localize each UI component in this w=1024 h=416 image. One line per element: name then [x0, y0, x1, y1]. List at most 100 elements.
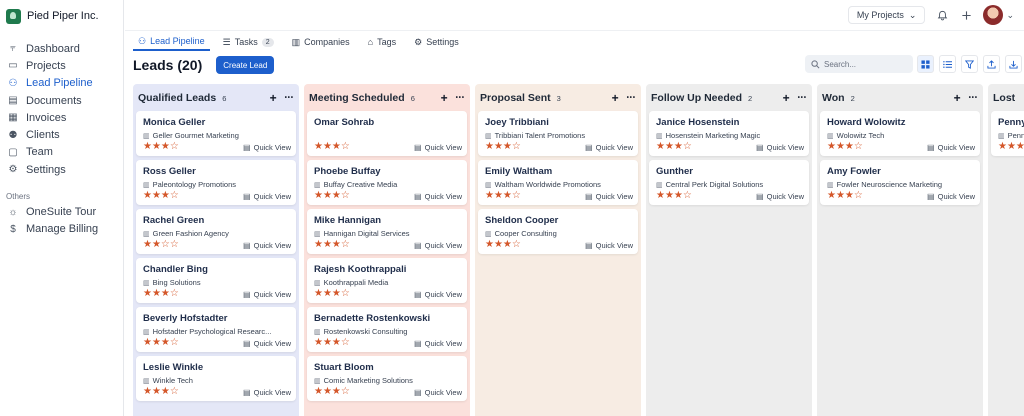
chevron-down-icon: ⌄ [908, 9, 917, 20]
lead-card[interactable]: Janice Hosenstein ▥ Hosenstein Marketing M… [649, 111, 809, 156]
sidebar-item-clients[interactable]: ⚉ Clients [0, 126, 123, 143]
quick-view-button[interactable]: ▤ Quick View [243, 241, 291, 250]
quick-view-button[interactable]: ▤ Quick View [585, 192, 633, 201]
brand[interactable]: Pied Piper Inc. [0, 0, 123, 32]
lead-card[interactable]: Mike Hannigan ▥ Hannigan Digital Services ★… [307, 209, 467, 254]
tab-companies[interactable]: ▥ Companies [287, 33, 355, 51]
rating-stars[interactable]: ★★★☆ [143, 387, 179, 397]
rating-stars[interactable]: ★★★☆ [656, 191, 692, 201]
rating-stars[interactable]: ★★★☆ [485, 240, 521, 250]
quick-view-button[interactable]: ▤ Quick View [243, 143, 291, 152]
rating-stars[interactable]: ★★★☆ [314, 338, 350, 348]
rating-stars[interactable]: ★★★☆ [143, 191, 179, 201]
quick-view-button[interactable]: ▤ Quick View [414, 192, 462, 201]
rating-stars[interactable]: ★★★☆ [998, 142, 1024, 152]
lead-card[interactable]: Gunther ▥ Central Perk Digital Solutions ★★… [649, 160, 809, 205]
rating-stars[interactable]: ★★★☆ [143, 142, 179, 152]
lead-card[interactable]: Emily Waltham ▥ Waltham Worldwide Promotio… [478, 160, 638, 205]
quick-view-button[interactable]: ▤ Quick View [414, 388, 462, 397]
quick-view-button[interactable]: ▤ Quick View [927, 192, 975, 201]
export-button[interactable] [1005, 55, 1022, 73]
sidebar-item-manage-billing[interactable]: $ Manage Billing [0, 221, 123, 238]
sidebar-item-invoices[interactable]: ▦ Invoices [0, 109, 123, 126]
lead-card[interactable]: Bernadette Rostenkowski ▥ Rostenkowski Con… [307, 307, 467, 352]
lead-card[interactable]: Howard Wolowitz ▥ Wolowitz Tech ★★★☆ ▤ Quick … [820, 111, 980, 156]
sidebar-item-projects[interactable]: ▭ Projects [0, 57, 123, 74]
lead-card[interactable]: Monica Geller ▥ Geller Gourmet Marketing ★★… [136, 111, 296, 156]
lead-card[interactable]: Rachel Green ▥ Green Fashion Agency ★★☆☆ ▤ Qu… [136, 209, 296, 254]
user-menu[interactable]: ⌄ [983, 5, 1014, 25]
lead-card[interactable]: Joey Tribbiani ▥ Tribbiani Talent Promotio… [478, 111, 638, 156]
quick-view-button[interactable]: ▤ Quick View [243, 339, 291, 348]
sidebar-item-onesuite-tour[interactable]: ☼ OneSuite Tour [0, 203, 123, 220]
tab-tags[interactable]: ⌂ Tags [363, 33, 401, 51]
rating-stars[interactable]: ★★★☆ [314, 191, 350, 201]
lead-card[interactable]: Stuart Bloom ▥ Comic Marketing Solutions ★★… [307, 356, 467, 401]
sidebar-item-documents[interactable]: ▤ Documents [0, 92, 123, 109]
quick-view-button[interactable]: ▤ Quick View [927, 143, 975, 152]
list-view-button[interactable] [939, 55, 956, 73]
rating-stars[interactable]: ★★☆☆ [143, 240, 179, 250]
quick-view-button[interactable]: ▤ Quick View [756, 192, 804, 201]
lead-card[interactable]: Rajesh Koothrappali ▥ Koothrappali Media ★★… [307, 258, 467, 303]
add-lead-plus-icon[interactable]: + [441, 91, 448, 105]
quick-view-button[interactable]: ▤ Quick View [585, 143, 633, 152]
add-lead-plus-icon[interactable]: + [783, 91, 790, 105]
more-options-icon[interactable]: ••• [627, 95, 636, 101]
rating-stars[interactable]: ★★★☆ [314, 142, 350, 152]
more-options-icon[interactable]: ••• [456, 95, 465, 101]
quick-view-button[interactable]: ▤ Quick View [414, 241, 462, 250]
rating-stars[interactable]: ★★★☆ [143, 289, 179, 299]
quick-view-button[interactable]: ▤ Quick View [585, 241, 633, 250]
my-projects-dropdown[interactable]: My Projects ⌄ [847, 6, 926, 24]
rating-stars[interactable]: ★★★☆ [314, 240, 350, 250]
lead-card[interactable]: Penny ▥Penn ★★★☆▤Quick View [991, 111, 1024, 156]
rating-stars[interactable]: ★★★☆ [143, 338, 179, 348]
rating-stars[interactable]: ★★★☆ [827, 191, 863, 201]
lead-card[interactable]: Ross Geller ▥ Paleontology Promotions ★★★☆ ▤… [136, 160, 296, 205]
sidebar-item-team[interactable]: ▢ Team [0, 144, 123, 161]
list-icon [943, 60, 952, 68]
quick-view-button[interactable]: ▤ Quick View [243, 192, 291, 201]
lead-card[interactable]: Leslie Winkle ▥ Winkle Tech ★★★☆ ▤ Quick View [136, 356, 296, 401]
plus-icon[interactable] [959, 8, 973, 22]
rating-stars[interactable]: ★★★☆ [656, 142, 692, 152]
quick-view-button[interactable]: ▤ Quick View [756, 143, 804, 152]
grid-view-button[interactable] [917, 55, 934, 73]
import-button[interactable] [983, 55, 1000, 73]
quick-view-button[interactable]: ▤ Quick View [414, 339, 462, 348]
create-lead-button[interactable]: Create Lead [216, 56, 275, 74]
rating-stars[interactable]: ★★★☆ [827, 142, 863, 152]
quick-view-button[interactable]: ▤ Quick View [414, 290, 462, 299]
sidebar-item-dashboard[interactable]: ⫧ Dashboard [0, 40, 123, 57]
bell-icon[interactable] [935, 8, 949, 22]
rating-stars[interactable]: ★★★☆ [314, 387, 350, 397]
rating-stars[interactable]: ★★★☆ [485, 142, 521, 152]
lead-card[interactable]: Omar Sohrab ★★★☆ ▤ Quick View [307, 111, 467, 156]
lead-card[interactable]: Beverly Hofstadter ▥ Hofstadter Psychologi… [136, 307, 296, 352]
search-input[interactable]: Search... [824, 60, 856, 69]
sidebar-item-lead-pipeline[interactable]: ⚇ Lead Pipeline [0, 75, 123, 92]
search-box[interactable]: Search... [805, 55, 913, 73]
add-lead-plus-icon[interactable]: + [270, 91, 277, 105]
lead-card[interactable]: Chandler Bing ▥ Bing Solutions ★★★☆ ▤ Quick V… [136, 258, 296, 303]
quick-view-button[interactable]: ▤ Quick View [414, 143, 462, 152]
quick-view-button[interactable]: ▤ Quick View [243, 290, 291, 299]
rating-stars[interactable]: ★★★☆ [314, 289, 350, 299]
add-lead-plus-icon[interactable]: + [612, 91, 619, 105]
tab-settings[interactable]: ⚙ Settings [409, 33, 464, 51]
quick-view-button[interactable]: ▤ Quick View [243, 388, 291, 397]
rating-stars[interactable]: ★★★☆ [485, 191, 521, 201]
more-options-icon[interactable]: ••• [285, 95, 294, 101]
lead-company: ▥ Hosenstein Marketing Magic [656, 131, 804, 140]
add-lead-plus-icon[interactable]: + [954, 91, 961, 105]
more-options-icon[interactable]: ••• [798, 95, 807, 101]
more-options-icon[interactable]: ••• [969, 95, 978, 101]
lead-card[interactable]: Sheldon Cooper ▥ Cooper Consulting ★★★☆ ▤ Qui… [478, 209, 638, 254]
tab-tasks[interactable]: ☰ Tasks 2 [218, 33, 279, 51]
lead-card[interactable]: Phoebe Buffay ▥ Buffay Creative Media ★★★☆ ▤… [307, 160, 467, 205]
sidebar-item-settings[interactable]: ⚙ Settings [0, 161, 123, 178]
filter-button[interactable] [961, 55, 978, 73]
tab-lead-pipeline[interactable]: ⚇ Lead Pipeline [133, 33, 210, 51]
lead-card[interactable]: Amy Fowler ▥ Fowler Neuroscience Marketing… [820, 160, 980, 205]
